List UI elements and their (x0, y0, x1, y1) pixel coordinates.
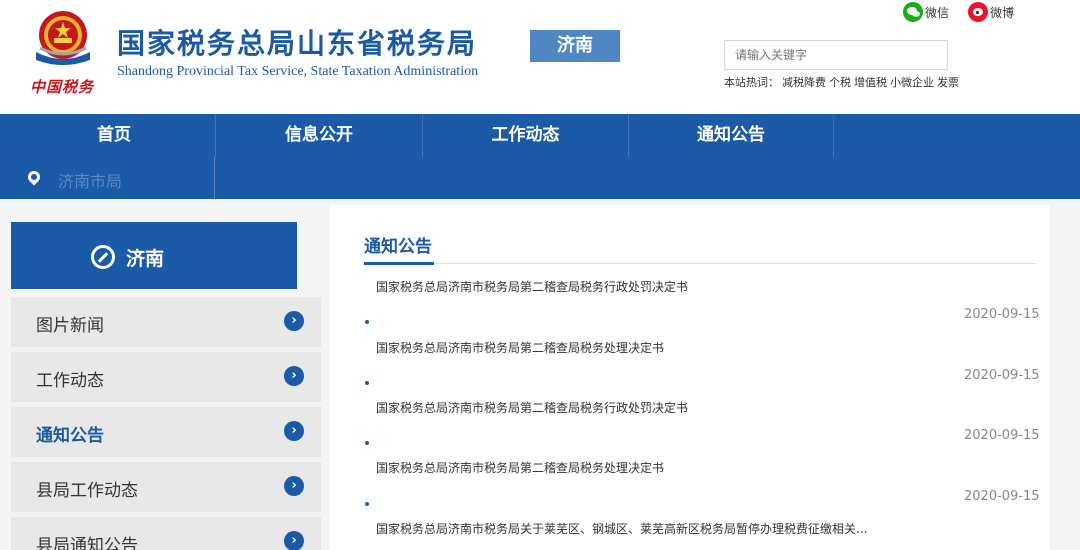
sidebar-item-county-work-news[interactable]: 县局工作动态 › (11, 462, 321, 512)
breadcrumb-label[interactable]: 济南市局 (58, 168, 122, 192)
sidebar-region-header: 济南 (11, 222, 297, 289)
main-content-panel (330, 205, 1050, 550)
wechat-label: 微信 (925, 5, 950, 20)
notice-link[interactable]: 国家税务总局济南市税务局第二稽查局税务行政处罚决定书 (376, 278, 688, 295)
nav-item-home[interactable]: 首页 (0, 114, 228, 157)
breadcrumb-divider (214, 157, 215, 199)
list-bullet (365, 502, 369, 506)
section-title-underline (364, 262, 434, 265)
notice-link[interactable]: 国家税务总局济南市税务局第二稽查局税务行政处罚决定书 (376, 399, 688, 416)
hot-words: 本站热词： 减税降费 个税 增值税 小微企业 发票 (724, 74, 962, 90)
sidebar-item-label: 县局工作动态 (36, 481, 138, 501)
sidebar-item-county-notices[interactable]: 县局通知公告 › (11, 517, 321, 550)
site-header: 中国税务 国家税务总局山东省税务局 Shandong Provincial Ta… (0, 0, 1080, 114)
chevron-right-icon: › (284, 421, 304, 441)
section-title: 通知公告 (364, 237, 432, 257)
chevron-right-icon: › (284, 311, 304, 331)
breadcrumb: 济南市局 (0, 157, 1080, 199)
notice-date: 2020-09-15 (964, 489, 1040, 504)
city-badge[interactable]: 济南 (530, 30, 620, 62)
main-nav: 首页 信息公开 工作动态 通知公告 (0, 114, 1080, 157)
sidebar-region-label: 济南 (126, 248, 165, 270)
weibo-label: 微博 (990, 5, 1015, 20)
notice-link[interactable]: 国家税务总局济南市税务局第二稽查局税务处理决定书 (376, 339, 664, 356)
hot-word-link[interactable]: 个税 (829, 76, 851, 89)
sidebar-item-notices[interactable]: 通知公告 › (11, 407, 321, 457)
sidebar-item-label: 工作动态 (36, 371, 104, 391)
section-divider (364, 263, 1036, 264)
sidebar-item-work-news[interactable]: 工作动态 › (11, 352, 321, 402)
wechat-link[interactable]: 微信 (903, 2, 949, 22)
sidebar-item-photo-news[interactable]: 图片新闻 › (11, 297, 321, 347)
nav-divider (833, 114, 834, 157)
sidebar-item-label: 图片新闻 (36, 316, 104, 336)
sidebar-item-label: 县局通知公告 (36, 536, 138, 550)
sidebar-item-label: 通知公告 (36, 426, 104, 446)
list-bullet (365, 441, 369, 445)
hot-word-link[interactable]: 减税降费 (782, 76, 826, 89)
location-pin-icon (25, 168, 43, 186)
chevron-right-icon: › (284, 531, 304, 550)
hot-word-link[interactable]: 发票 (937, 76, 959, 89)
notice-link[interactable]: 国家税务总局济南市税务局第二稽查局税务处理决定书 (376, 459, 664, 476)
notice-date: 2020-09-15 (964, 307, 1040, 322)
hot-word-link[interactable]: 小微企业 (890, 76, 934, 89)
chevron-right-icon: › (284, 366, 304, 386)
list-bullet (365, 320, 369, 324)
notice-link[interactable]: 国家税务总局济南市税务局关于莱芜区、钢城区、莱芜高新区税务局暂停办理税费征缴相关… (376, 520, 867, 537)
nav-item-work-news[interactable]: 工作动态 (423, 114, 628, 157)
weibo-link[interactable]: 微博 (968, 2, 1014, 22)
nav-item-notices[interactable]: 通知公告 (629, 114, 833, 157)
search-input[interactable] (724, 40, 948, 70)
national-emblem-icon (36, 11, 90, 65)
chevron-right-icon: › (284, 476, 304, 496)
logo-script-text: 中国税务 (30, 78, 95, 96)
weibo-icon (968, 2, 988, 22)
notice-date: 2020-09-15 (964, 368, 1040, 383)
site-title[interactable]: 国家税务总局山东省税务局 (117, 22, 477, 62)
list-bullet (365, 381, 369, 385)
site-subtitle: Shandong Provincial Tax Service, State T… (117, 64, 479, 79)
wechat-icon (903, 2, 923, 22)
hot-words-label: 本站热词： (724, 76, 779, 89)
region-logo-icon (91, 245, 115, 269)
hot-word-link[interactable]: 增值税 (854, 76, 887, 89)
notice-date: 2020-09-15 (964, 428, 1040, 443)
nav-item-info-disclosure[interactable]: 信息公开 (216, 114, 422, 157)
